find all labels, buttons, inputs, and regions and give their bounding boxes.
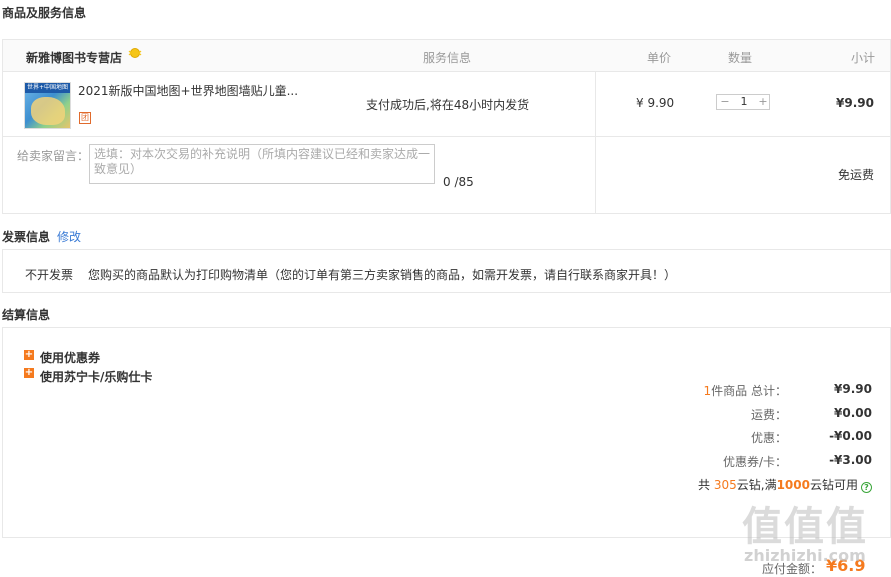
invoice-edit-link[interactable]: 修改 xyxy=(57,228,81,245)
message-char-count: 0 /85 xyxy=(443,175,474,189)
store-name[interactable]: 新雅博图书专营店 xyxy=(26,49,122,66)
header-subtotal: 小计 xyxy=(851,51,876,65)
service-text: 支付成功后,将在48小时内发货 xyxy=(366,98,530,112)
discount-value: -¥0.00 xyxy=(829,429,872,443)
invoice-section-title: 发票信息 xyxy=(2,230,51,244)
yunzuan-info: 共 305云钻,满1000云钻可用? xyxy=(698,476,872,493)
header-service: 服务信息 xyxy=(423,51,472,65)
quantity-stepper: − 1 + xyxy=(716,94,770,110)
invoice-note: 您购买的商品默认为打印购物清单（您的订单有第三方卖家销售的商品，如需开发票，请自… xyxy=(88,268,677,282)
yunzuan-help-icon[interactable]: ? xyxy=(861,482,872,493)
decrease-button[interactable]: − xyxy=(719,95,731,109)
unit-price: ¥ 9.90 xyxy=(636,96,675,110)
total-label: 1件商品 总计： xyxy=(703,384,787,398)
coupon-card-label: 优惠券/卡： xyxy=(722,455,787,469)
coupon-card-value: -¥3.00 xyxy=(829,453,872,467)
watermark-logo: 值值值 xyxy=(742,504,868,550)
shipping-label: 运费： xyxy=(750,408,787,422)
settlement-section-title: 结算信息 xyxy=(2,308,51,322)
watermark-url: zhizhizhi.com xyxy=(744,546,866,565)
thumbnail-title: 世界+中国地图 xyxy=(25,83,70,93)
expand-coupon-icon[interactable]: + xyxy=(24,350,34,360)
expand-card-icon[interactable]: + xyxy=(24,368,34,378)
store-medal-icon xyxy=(128,48,142,58)
quantity-value[interactable]: 1 xyxy=(735,95,753,109)
item-subtotal: ¥9.90 xyxy=(836,96,874,110)
goods-section-title: 商品及服务信息 xyxy=(2,6,87,20)
discount-label: 优惠： xyxy=(750,431,787,445)
total-value: ¥9.90 xyxy=(834,382,872,396)
header-unit-price: 单价 xyxy=(647,51,672,65)
use-card-option[interactable]: 使用苏宁卡/乐购仕卡 xyxy=(40,368,152,385)
shipping-fee: 免运费 xyxy=(837,168,874,182)
product-thumbnail[interactable]: 世界+中国地图 xyxy=(24,82,71,129)
shipping-value: ¥0.00 xyxy=(834,406,872,420)
use-coupon-option[interactable]: 使用优惠券 xyxy=(40,349,100,366)
product-name-link[interactable]: 2021新版中国地图+世界地图墙贴儿童... xyxy=(78,82,298,99)
group-buy-tag-icon: 团 xyxy=(79,112,91,124)
increase-button[interactable]: + xyxy=(757,95,769,109)
seller-message-input[interactable]: 选填：对本次交易的补充说明（所填内容建议已经和卖家达成一致意见） xyxy=(89,144,435,184)
header-quantity: 数量 xyxy=(728,51,753,65)
message-label: 给卖家留言： xyxy=(17,149,90,163)
invoice-type: 不开发票 xyxy=(25,268,74,282)
